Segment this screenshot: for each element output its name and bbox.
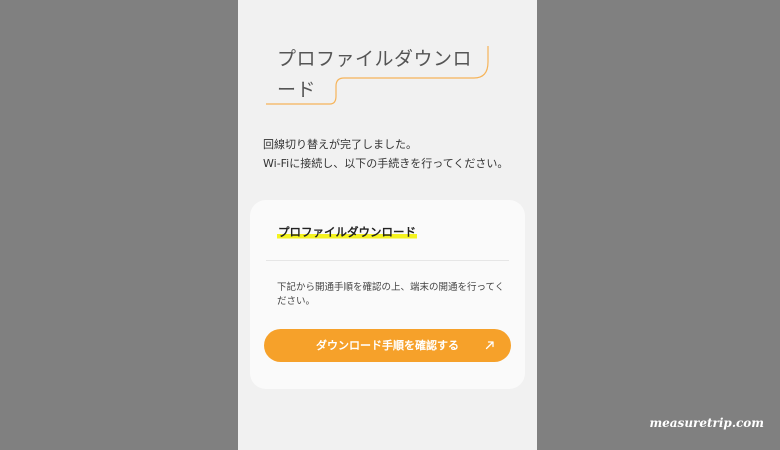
watermark: measuretrip.com xyxy=(649,416,764,430)
page-header: プロファイルダウンロ ード xyxy=(238,0,537,120)
card-divider xyxy=(266,260,509,261)
page-title-line1: プロファイルダウンロ xyxy=(277,48,473,70)
intro-line2: Wi-Fiに接続し、以下の手続きを行ってください。 xyxy=(263,157,509,170)
page-title-line2: ード xyxy=(277,79,317,101)
intro-line1: 回線切り替えが完了しました。 xyxy=(263,138,417,151)
intro-text: 回線切り替えが完了しました。 Wi-Fiに接続し、以下の手続きを行ってください。 xyxy=(263,135,508,173)
card-description: 下記から開通手順を確認の上、端末の開通を行ってください。 xyxy=(277,282,505,307)
external-arrow-icon xyxy=(485,341,494,350)
card-title: プロファイルダウンロード xyxy=(277,224,417,240)
download-steps-button[interactable]: ダウンロード手順を確認する xyxy=(264,329,511,362)
app-screen: プロファイルダウンロ ード 回線切り替えが完了しました。 Wi-Fiに接続し、以… xyxy=(238,0,537,450)
download-steps-button-label: ダウンロード手順を確認する xyxy=(316,339,459,352)
profile-download-card: プロファイルダウンロード 下記から開通手順を確認の上、端末の開通を行ってください… xyxy=(250,200,525,389)
